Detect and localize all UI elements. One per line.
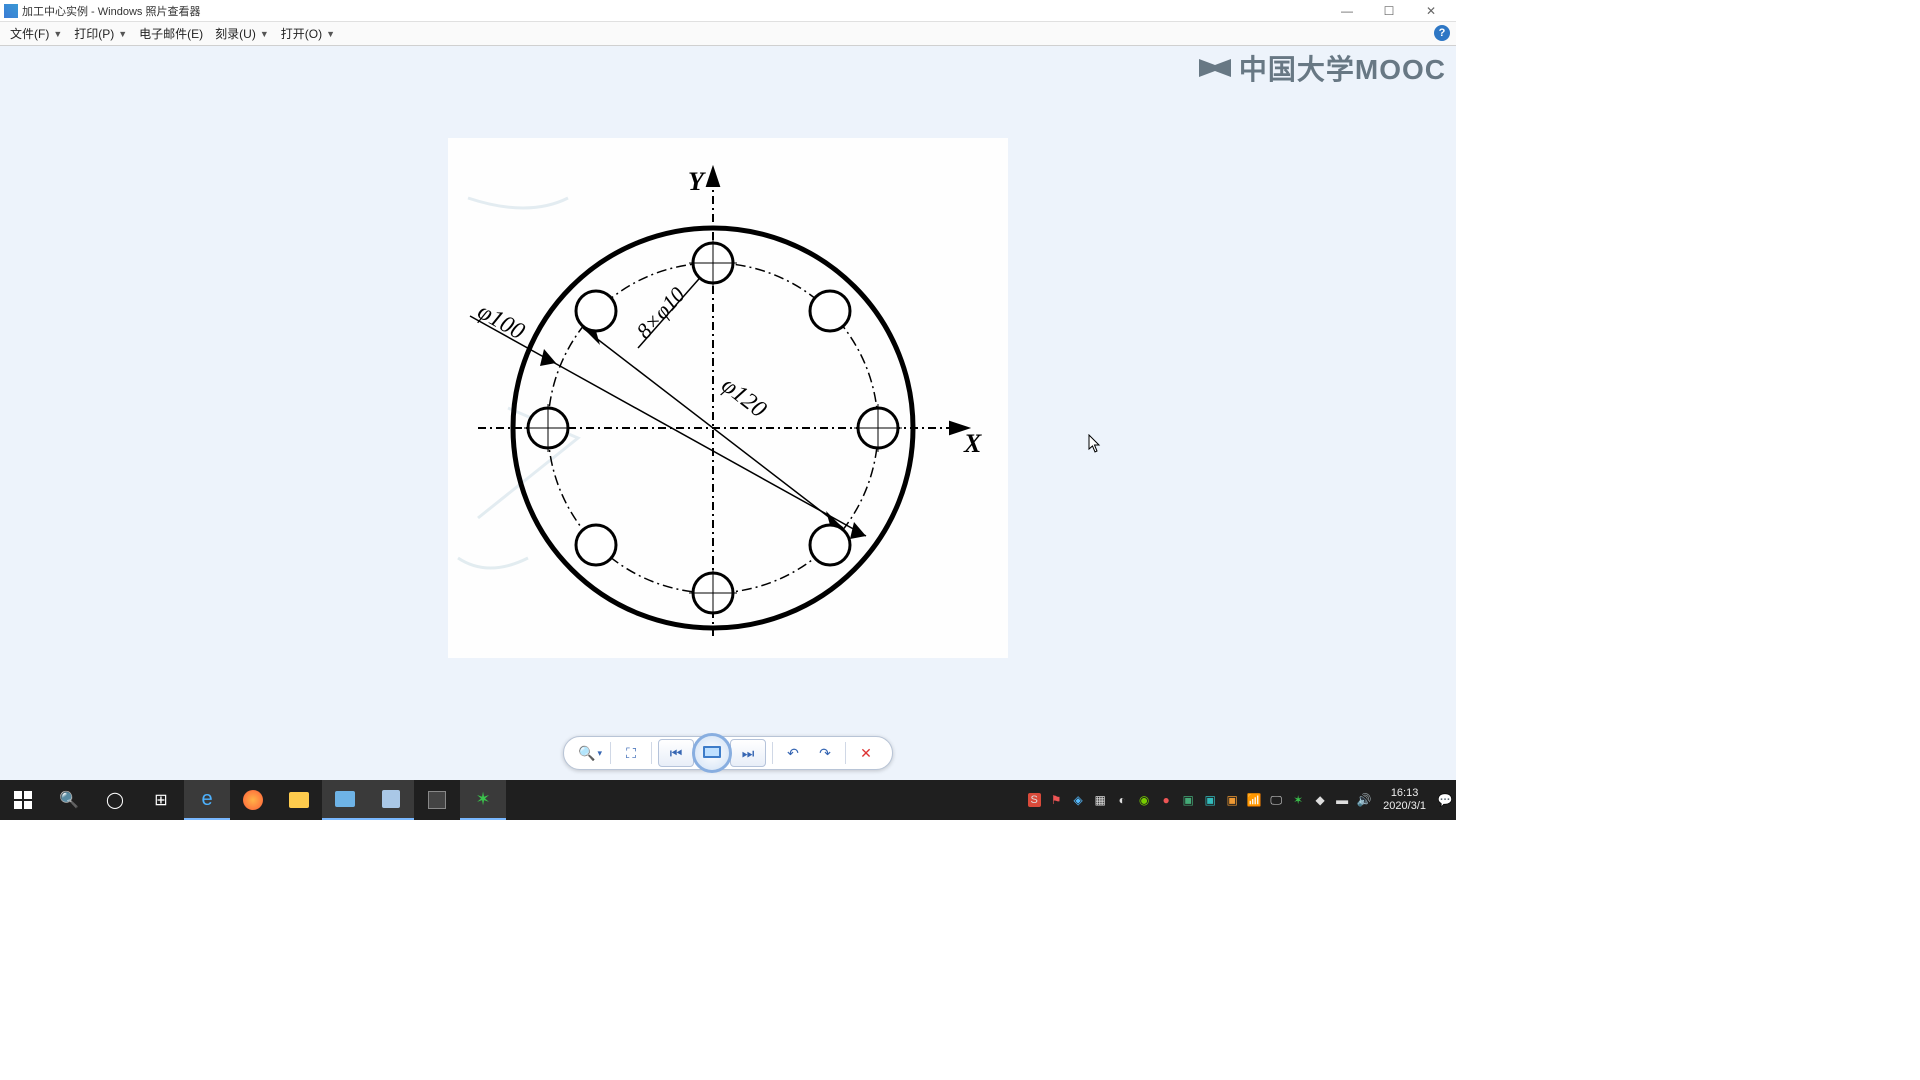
tray-app5-icon[interactable]: ▣ — [1199, 780, 1221, 820]
maximize-button[interactable]: ☐ — [1368, 0, 1410, 22]
tray-app2-icon[interactable]: ◐ — [1111, 780, 1133, 820]
menu-open[interactable]: 打开(O)▼ — [275, 23, 341, 44]
slideshow-button[interactable] — [692, 733, 732, 773]
holes-label: 8×φ10 — [631, 282, 690, 343]
rotate-cw-button[interactable]: ↷ — [811, 739, 839, 767]
titlebar: 加工中心实例 - Windows 照片查看器 — ☐ ✕ — [0, 0, 1456, 22]
tray-app4-icon[interactable]: ▣ — [1177, 780, 1199, 820]
zoom-button[interactable]: 🔍▾ — [576, 739, 604, 767]
wechat-taskbar-icon[interactable]: ✶ — [460, 780, 506, 820]
delete-button[interactable]: ✕ — [852, 739, 880, 767]
window-title: 加工中心实例 - Windows 照片查看器 — [22, 3, 200, 19]
app-icon — [4, 4, 18, 18]
tray-wifi-icon[interactable]: 📶 — [1243, 780, 1265, 820]
minimize-button[interactable]: — — [1326, 0, 1368, 22]
firefox-taskbar-icon[interactable] — [230, 780, 276, 820]
photoviewer-taskbar-icon[interactable] — [322, 780, 368, 820]
outer-dia-label: φ100 — [473, 299, 529, 346]
cortana-button[interactable]: ◯ — [92, 780, 138, 820]
start-button[interactable] — [0, 780, 46, 820]
ie-taskbar-icon[interactable]: e — [184, 780, 230, 820]
system-tray: S ⚑ ◈ ▦ ◐ ◉ ● ▣ ▣ ▣ 📶 🖵 ✶ ◆ ▬ 🔊 16:13 20… — [1023, 780, 1456, 820]
menu-file[interactable]: 文件(F)▼ — [4, 23, 68, 44]
tray-notifications-icon[interactable]: 💬 — [1434, 780, 1456, 820]
close-button[interactable]: ✕ — [1410, 0, 1452, 22]
tray-wechat-icon[interactable]: ✶ — [1287, 780, 1309, 820]
tray-app3-icon[interactable]: ● — [1155, 780, 1177, 820]
tray-volume-icon[interactable]: 🔊 — [1353, 780, 1375, 820]
app-taskbar-icon[interactable] — [368, 780, 414, 820]
tray-app6-icon[interactable]: ▣ — [1221, 780, 1243, 820]
tray-battery-icon[interactable]: ▬ — [1331, 780, 1353, 820]
tray-monitor-icon[interactable]: 🖵 — [1265, 780, 1287, 820]
x-axis-label: X — [963, 429, 982, 458]
tray-security-icon[interactable]: ◈ — [1067, 780, 1089, 820]
tray-ime-icon[interactable]: S — [1023, 780, 1045, 820]
watermark: 中国大学MOOC — [1197, 48, 1446, 88]
tray-app1-icon[interactable]: ▦ — [1089, 780, 1111, 820]
menu-email[interactable]: 电子邮件(E) — [133, 23, 209, 44]
rotate-ccw-button[interactable]: ↶ — [779, 739, 807, 767]
explorer-taskbar-icon[interactable] — [276, 780, 322, 820]
menubar: 文件(F)▼ 打印(P)▼ 电子邮件(E) 刻录(U)▼ 打开(O)▼ ? — [0, 22, 1456, 46]
calculator-taskbar-icon[interactable] — [414, 780, 460, 820]
mouse-cursor — [1088, 434, 1102, 454]
viewer-toolbar: 🔍▾ ⛶ ⏮ ⏭ ↶ ↷ ✕ — [563, 736, 893, 770]
taskview-button[interactable]: ⊞ — [138, 780, 184, 820]
previous-button[interactable]: ⏮ — [658, 739, 694, 767]
diagram-image: Y X — [448, 138, 1008, 658]
tray-nvidia-icon[interactable]: ◉ — [1133, 780, 1155, 820]
fit-button[interactable]: ⛶ — [617, 739, 645, 767]
menu-print[interactable]: 打印(P)▼ — [68, 23, 133, 44]
tray-flag-icon[interactable]: ⚑ — [1045, 780, 1067, 820]
photo-viewer-area: 中国大学MOOC Y X — [0, 46, 1456, 780]
next-button[interactable]: ⏭ — [730, 739, 766, 767]
search-button[interactable]: 🔍 — [46, 780, 92, 820]
menu-burn[interactable]: 刻录(U)▼ — [209, 23, 275, 44]
taskbar-clock[interactable]: 16:13 2020/3/1 — [1375, 787, 1434, 813]
taskbar: 🔍 ◯ ⊞ e ✶ S ⚑ ◈ ▦ ◐ ◉ ● ▣ ▣ ▣ 📶 🖵 ✶ ◆ ▬ … — [0, 780, 1456, 820]
help-icon[interactable]: ? — [1434, 25, 1450, 41]
bolt-circle-label: φ120 — [716, 372, 771, 423]
y-axis-label: Y — [688, 167, 706, 196]
tray-app7-icon[interactable]: ◆ — [1309, 780, 1331, 820]
